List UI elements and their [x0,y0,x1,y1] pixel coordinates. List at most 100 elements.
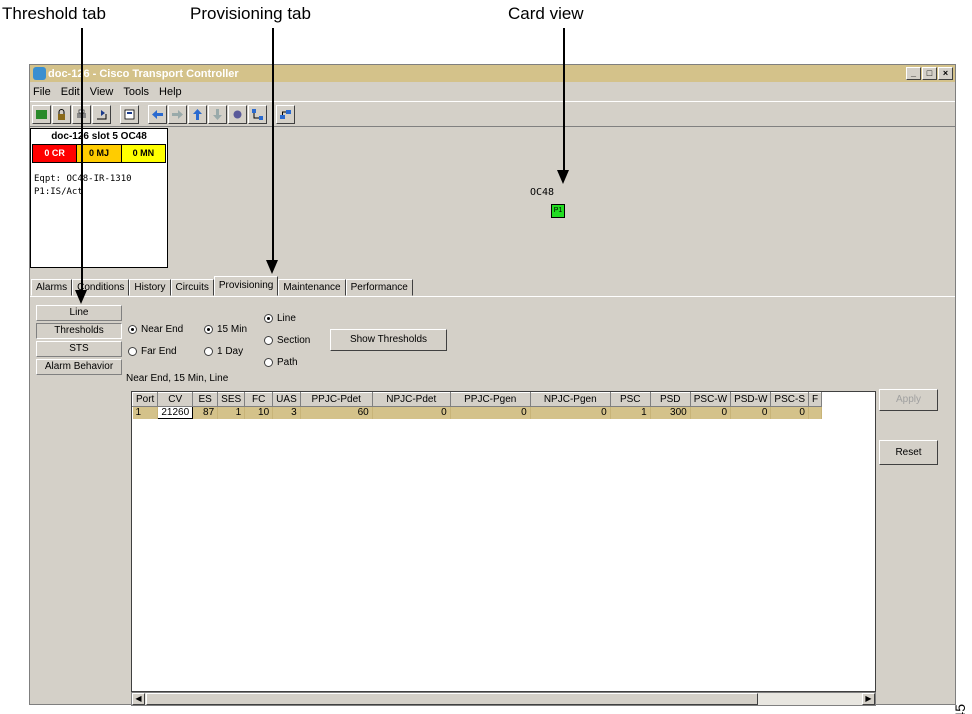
figure-number: 61945 [952,704,968,714]
cell-npjc-pdet[interactable]: 0 [372,406,451,419]
radio-dot [264,314,273,323]
cell-psc-s[interactable]: 0 [770,406,809,419]
col-ses[interactable]: SES [217,392,246,407]
menu-bar: File Edit View Tools Help [30,82,955,101]
radio-section[interactable]: Section [264,335,310,346]
callout-card-view: Card view [508,4,584,23]
subtab-line[interactable]: Line [36,305,122,321]
tab-performance[interactable]: Performance [345,279,413,296]
ctc-window: doc-126 - Cisco Transport Controller _ □… [29,64,956,706]
card-view-label: OC48 [530,187,555,198]
radio-dot [264,336,273,345]
menu-file[interactable]: File [33,86,51,98]
down-icon[interactable] [208,104,227,124]
subtab-alarm-behavior[interactable]: Alarm Behavior [36,359,122,375]
menu-tools[interactable]: Tools [123,86,149,98]
tab-history[interactable]: History [129,279,171,296]
tab-maintenance[interactable]: Maintenance [278,279,346,296]
radio-far-end[interactable]: Far End [128,346,177,357]
col-uas[interactable]: UAS [272,392,301,407]
major-alarm-count: 0 MJ [77,145,122,162]
radio-dot [204,347,213,356]
provisioning-content: Line Thresholds STS Alarm Behavior Near … [30,297,955,706]
radio-1-day[interactable]: 1 Day [204,346,243,357]
thresholds-table: Port CV ES SES FC UAS PPJC-Pdet NPJC-Pde… [131,391,876,692]
apply-button[interactable]: Apply [879,389,938,411]
menu-help[interactable]: Help [159,86,182,98]
scroll-thumb[interactable] [146,693,758,705]
show-thresholds-button[interactable]: Show Thresholds [330,329,447,351]
preferences-icon[interactable] [120,104,139,124]
tab-provisioning[interactable]: Provisioning [213,276,279,296]
radio-path[interactable]: Path [264,357,298,368]
provisioning-subtabs: Line Thresholds STS Alarm Behavior [36,305,122,377]
menu-edit[interactable]: Edit [61,86,80,98]
callout-arrow-card-view [557,170,569,184]
col-npjc-pgen[interactable]: NPJC-Pgen [529,392,611,407]
col-psd-w[interactable]: PSD-W [730,392,772,407]
col-npjc-pdet[interactable]: NPJC-Pdet [371,392,451,407]
radio-dot [204,325,213,334]
cell-psc[interactable]: 1 [610,406,651,419]
maximize-button[interactable]: □ [922,67,937,80]
cell-f[interactable] [808,406,823,419]
cell-ppjc-pgen[interactable]: 0 [450,406,531,419]
col-ppjc-pgen[interactable]: PPJC-Pgen [449,392,531,407]
node-icon[interactable] [228,104,247,124]
scroll-right-button[interactable]: ▶ [862,693,875,705]
col-psc-w[interactable]: PSC-W [689,392,732,407]
export-icon[interactable] [92,104,111,124]
col-psd[interactable]: PSD [649,392,691,407]
cell-ppjc-pdet[interactable]: 60 [300,406,373,419]
callout-provisioning-tab: Provisioning tab [190,4,311,23]
col-es[interactable]: ES [192,392,219,407]
col-psc-s[interactable]: PSC-S [770,392,809,407]
cell-psd[interactable]: 300 [650,406,691,419]
close-button[interactable]: × [938,67,953,80]
subtab-sts[interactable]: STS [36,341,122,357]
col-ppjc-pdet[interactable]: PPJC-Pdet [299,392,373,407]
cell-ses[interactable]: 1 [217,406,246,419]
toolbar [30,101,955,127]
port-state: P1:IS/Act [34,187,83,197]
col-f[interactable]: F [807,392,823,407]
cell-es[interactable]: 87 [192,406,219,419]
radio-15-min[interactable]: 15 Min [204,324,247,335]
menu-view[interactable]: View [90,86,114,98]
col-fc[interactable]: FC [244,392,274,407]
col-psc[interactable]: PSC [609,392,651,407]
minimize-button[interactable]: _ [906,67,921,80]
back-icon[interactable] [148,104,167,124]
cell-port[interactable]: 1 [132,406,159,419]
network-icon[interactable] [248,104,267,124]
scroll-left-button[interactable]: ◀ [132,693,145,705]
horizontal-scrollbar[interactable]: ◀ ▶ [131,692,876,706]
col-cv[interactable]: CV [157,392,194,407]
reset-button[interactable]: Reset [879,440,938,465]
tab-alarms[interactable]: Alarms [31,279,73,296]
cell-npjc-pgen[interactable]: 0 [530,406,611,419]
title-bar: doc-126 - Cisco Transport Controller _ □… [30,65,955,82]
radio-dot [128,325,137,334]
cell-cv[interactable]: 21260 [157,406,194,419]
radio-line[interactable]: Line [264,313,296,324]
topology-icon[interactable] [276,104,295,124]
col-port[interactable]: Port [132,392,159,407]
refresh-icon[interactable] [32,104,51,124]
cell-psc-w[interactable]: 0 [690,406,732,419]
cell-psd-w[interactable]: 0 [730,406,772,419]
tab-circuits[interactable]: Circuits [170,279,214,296]
lock-icon[interactable] [52,104,71,124]
cell-fc[interactable]: 10 [244,406,274,419]
radio-line-label: Line [277,313,296,324]
critical-alarm-count: 0 CR [33,145,78,162]
forward-icon[interactable] [168,104,187,124]
table-row[interactable]: 1 21260 87 1 10 3 60 0 0 0 1 300 0 0 0 [132,406,823,419]
port-indicator[interactable]: P1 [551,204,565,218]
main-tabs: Alarms Conditions History Circuits Provi… [30,276,955,297]
subtab-thresholds[interactable]: Thresholds [36,323,122,339]
radio-near-end[interactable]: Near End [128,324,183,335]
card-info: Eqpt: OC48-IR-1310 P1:IS/Act [34,173,167,199]
up-icon[interactable] [188,104,207,124]
cell-uas[interactable]: 3 [272,406,301,419]
